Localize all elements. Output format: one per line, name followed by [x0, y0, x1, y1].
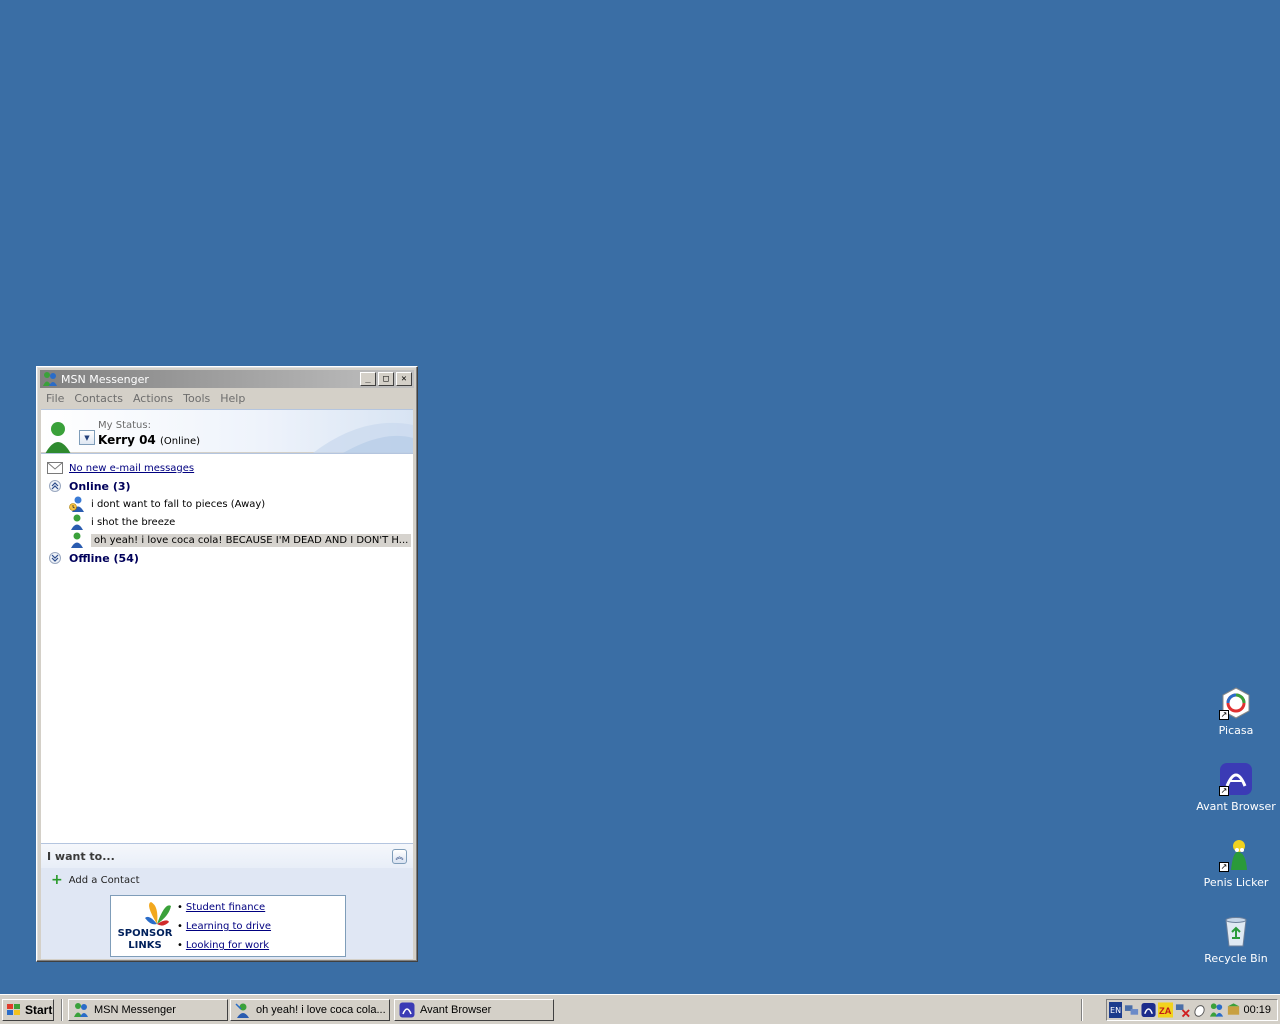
minimize-button[interactable]: _ — [360, 372, 376, 386]
clock[interactable]: 00:19 — [1243, 1004, 1271, 1016]
contact-name: i shot the breeze — [91, 516, 176, 528]
sponsor-links-ad: SPONSOR LINKS • Student finance • Learning… — [110, 895, 346, 957]
svg-text:ZA: ZA — [1159, 1005, 1172, 1016]
away-buddy-icon — [69, 496, 85, 512]
menu-file[interactable]: File — [41, 392, 69, 405]
offline-group-label: Offline (54) — [69, 551, 139, 565]
security-tray-icon[interactable] — [1226, 1002, 1241, 1018]
taskbar: Start MSN Messenger oh yeah! i love coca… — [0, 994, 1280, 1024]
menu-help[interactable]: Help — [215, 392, 250, 405]
close-button[interactable]: ✕ — [396, 372, 412, 386]
msn-icon — [74, 1003, 88, 1017]
desktop-icon-label: Picasa — [1218, 724, 1254, 737]
my-status-label: My Status: — [98, 420, 151, 431]
display-name[interactable]: Kerry 04 (Online) — [98, 433, 200, 447]
tasks-panel: + Add a Contact SPONSOR LINKS • Student f… — [41, 868, 413, 959]
msn-icon — [42, 371, 58, 387]
task-avant-browser[interactable]: Avant Browser — [394, 999, 554, 1021]
windows-flag-icon — [7, 1004, 20, 1015]
online-group-header[interactable]: Online (3) — [47, 478, 131, 494]
offline-group-header[interactable]: Offline (54) — [47, 550, 139, 566]
msn-tray-icon[interactable] — [1209, 1002, 1224, 1018]
taskbar-separator — [1081, 999, 1083, 1021]
online-group-label: Online (3) — [69, 479, 131, 493]
i-want-to-header: I want to... ︽ — [41, 843, 413, 868]
zonealarm-icon[interactable]: ZA — [1158, 1002, 1174, 1018]
desktop-icon-picasa[interactable]: ↗ Picasa — [1196, 686, 1276, 737]
menu-tools[interactable]: Tools — [178, 392, 215, 405]
collapse-group-icon[interactable] — [47, 478, 63, 494]
task-label: MSN Messenger — [94, 1004, 176, 1016]
task-msn-messenger[interactable]: MSN Messenger — [68, 999, 228, 1021]
menu-contacts[interactable]: Contacts — [69, 392, 128, 405]
desktop-icon-avant-browser[interactable]: ↗ Avant Browser — [1196, 762, 1276, 813]
msn-butterfly-icon — [145, 902, 171, 926]
sponsor-brand-text: SPONSOR LINKS — [117, 928, 173, 951]
contact-item-selected[interactable]: oh yeah! i love coca cola! BECAUSE I'M D… — [69, 532, 412, 548]
email-row[interactable]: No new e-mail messages — [47, 460, 194, 476]
avant-tray-icon[interactable] — [1141, 1002, 1156, 1018]
taskbar-separator — [61, 999, 63, 1021]
contact-item[interactable]: i dont want to fall to pieces (Away) — [69, 496, 265, 512]
email-link[interactable]: No new e-mail messages — [69, 463, 194, 474]
contact-name: i dont want to fall to pieces (Away) — [91, 498, 266, 510]
msn-messenger-window[interactable]: MSN Messenger _ □ ✕ File Contacts Action… — [36, 366, 418, 962]
sponsor-link-student-finance[interactable]: Student finance — [186, 902, 265, 913]
green-character-icon: ↗ — [1219, 838, 1253, 872]
menu-bar: File Contacts Actions Tools Help — [41, 389, 413, 407]
network-disconnected-icon[interactable] — [1175, 1002, 1191, 1018]
task-label: oh yeah! i love coca cola... — [256, 1004, 386, 1016]
online-buddy-icon — [69, 532, 85, 548]
shortcut-arrow-icon: ↗ — [1219, 710, 1229, 720]
desktop-icon-label: Penis Licker — [1203, 876, 1269, 889]
system-tray: EN ZA 00:19 — [1106, 999, 1278, 1021]
shortcut-arrow-icon: ↗ — [1219, 862, 1229, 872]
sponsor-brand: SPONSOR LINKS — [113, 900, 173, 956]
collapse-panel-icon[interactable]: ︽ — [392, 849, 407, 864]
expand-group-icon[interactable] — [47, 550, 63, 566]
task-label: Avant Browser — [420, 1004, 492, 1016]
envelope-icon — [47, 460, 63, 476]
title-bar[interactable]: MSN Messenger _ □ ✕ — [40, 370, 414, 388]
language-indicator[interactable]: EN — [1109, 1002, 1123, 1018]
sponsor-link-looking-for-work[interactable]: Looking for work — [186, 940, 269, 951]
avant-browser-icon — [399, 1002, 415, 1018]
start-label: Start — [25, 1003, 53, 1017]
recycle-bin-icon — [1219, 914, 1253, 948]
contact-name: oh yeah! i love coca cola! BECAUSE I'M D… — [91, 533, 412, 547]
chat-icon — [235, 1003, 249, 1018]
task-chat-window[interactable]: oh yeah! i love coca cola... — [230, 999, 390, 1021]
user-avatar-icon[interactable] — [43, 420, 73, 454]
my-status-panel: My Status: ▼ Kerry 04 (Online) — [41, 409, 413, 454]
window-title: MSN Messenger — [61, 372, 149, 386]
shortcut-arrow-icon: ↗ — [1219, 786, 1229, 796]
start-button[interactable]: Start — [2, 999, 54, 1021]
desktop-icon-label: Recycle Bin — [1204, 952, 1268, 965]
status-dropdown-icon[interactable]: ▼ — [79, 430, 95, 445]
contact-list: No new e-mail messages Online (3) i dont… — [41, 453, 413, 843]
plus-icon: + — [51, 872, 63, 888]
desktop-icon-recycle-bin[interactable]: Recycle Bin — [1196, 914, 1276, 965]
avant-browser-icon: ↗ — [1219, 762, 1253, 796]
contact-item[interactable]: i shot the breeze — [69, 514, 175, 530]
add-contact-label: Add a Contact — [68, 874, 140, 886]
add-contact-link[interactable]: + Add a Contact — [51, 873, 140, 887]
desktop-icon-green-character[interactable]: ↗ Penis Licker — [1196, 838, 1276, 889]
picasa-icon: ↗ — [1219, 686, 1253, 720]
sponsor-link-learning-to-drive[interactable]: Learning to drive — [186, 921, 271, 932]
desktop-icon-label: Avant Browser — [1196, 800, 1276, 813]
i-want-to-title: I want to... — [47, 849, 115, 863]
network-icon[interactable] — [1124, 1002, 1139, 1018]
mouse-icon[interactable] — [1192, 1002, 1207, 1018]
decorative-swoosh — [313, 422, 413, 453]
online-state: (Online) — [159, 436, 201, 447]
menu-actions[interactable]: Actions — [128, 392, 178, 405]
maximize-button[interactable]: □ — [378, 372, 394, 386]
online-buddy-icon — [69, 514, 85, 530]
